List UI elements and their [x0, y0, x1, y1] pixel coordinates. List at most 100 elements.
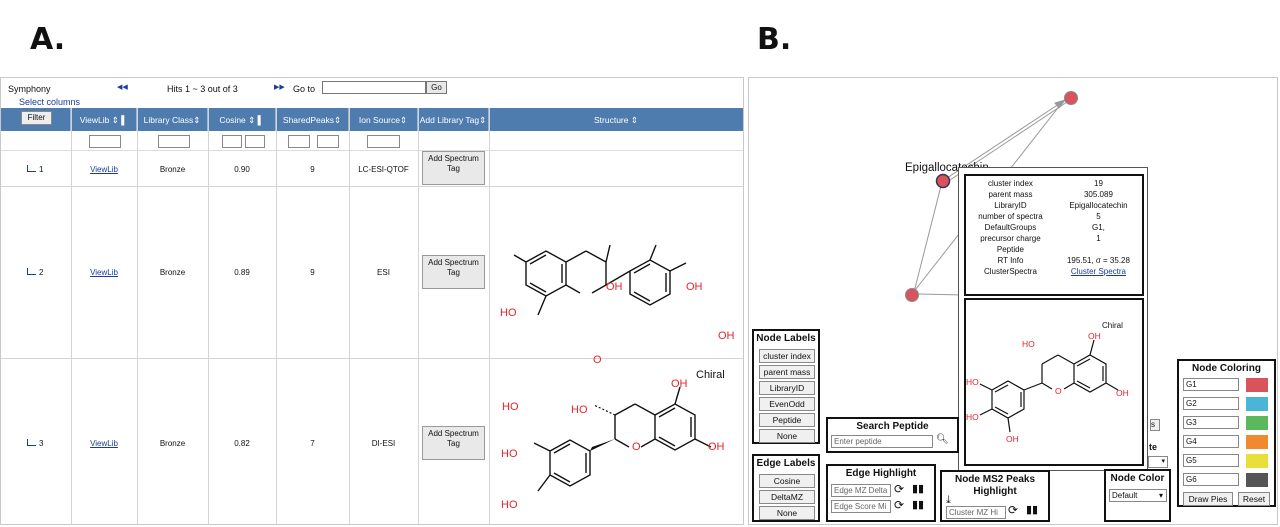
group-color-swatch[interactable] — [1246, 473, 1268, 487]
node-labels-box: Node Labels cluster index parent mass Li… — [752, 329, 820, 444]
tooltip-key: DefaultGroups — [984, 223, 1037, 232]
add-spectrum-tag-button[interactable]: Add Spectrum Tag — [422, 426, 485, 460]
oh-label: OH — [1116, 388, 1129, 398]
histogram-icon[interactable]: ▮▮ — [1026, 503, 1038, 516]
peaks-min-input[interactable] — [288, 135, 310, 148]
group-color-swatch[interactable] — [1246, 454, 1268, 468]
filter-header: Filter — [1, 108, 71, 131]
add-spectrum-tag-button[interactable]: Add Spectrum Tag — [422, 151, 485, 185]
group-input[interactable]: G3 — [1183, 416, 1239, 429]
library-class: Bronze — [159, 439, 186, 448]
add-spectrum-tag-button[interactable]: Add Spectrum Tag — [422, 255, 485, 289]
cosine-value: 0.89 — [234, 268, 250, 277]
group-color-swatch[interactable] — [1246, 397, 1268, 411]
group-color-swatch[interactable] — [1246, 435, 1268, 449]
cluster-index-button[interactable]: cluster index — [759, 349, 815, 363]
group-color-swatch[interactable] — [1246, 416, 1268, 430]
edge-mz-delta-input[interactable]: Edge MZ Delta — [831, 484, 891, 497]
ho-label: HO — [966, 377, 979, 387]
shared-peaks: 9 — [310, 268, 315, 277]
partial-button[interactable]: s — [1150, 419, 1160, 431]
group-input[interactable]: G2 — [1183, 397, 1239, 410]
oh-label: OH — [606, 281, 623, 293]
node-coloring-box: Node Coloring G1 G2 G3 G4 G5 G6 Draw Pies Res… — [1177, 359, 1276, 507]
catechin-labels: OH OH OH HO HO O — [490, 187, 742, 413]
go-button[interactable]: Go — [426, 81, 447, 94]
refresh-icon[interactable]: ⟳ — [894, 482, 904, 496]
edge-labels-box: Edge Labels Cosine DeltaMZ None — [752, 454, 820, 522]
viewlib-link[interactable]: ViewLib — [71, 439, 137, 448]
cosine-button[interactable]: Cosine — [759, 474, 815, 488]
spectrum-icon-row3[interactable]: 3 — [27, 439, 43, 448]
refresh-icon[interactable]: ⟳ — [1008, 503, 1018, 517]
source-filter-input[interactable] — [367, 135, 400, 148]
group-input[interactable]: G6 — [1183, 473, 1239, 486]
reset-button[interactable]: Reset — [1238, 492, 1270, 506]
group-input[interactable]: G1 — [1183, 378, 1239, 391]
tooltip-row: number of spectra 5 — [966, 211, 1142, 222]
col-cosine[interactable]: Cosine ⇕ ▌ — [208, 108, 276, 131]
shared-peaks: 7 — [310, 439, 315, 448]
node-label-none-button[interactable]: None — [759, 429, 815, 443]
refresh-icon[interactable]: ⟳ — [894, 498, 904, 512]
goto-input[interactable] — [322, 81, 426, 94]
viewlib-filter-input[interactable] — [89, 135, 121, 148]
shared-peaks: 9 — [310, 165, 315, 174]
tooltip-row: LibraryID Epigallocatechin — [966, 200, 1142, 211]
group-input[interactable]: G4 — [1183, 435, 1239, 448]
col-add-library-tag[interactable]: Add Library Tag ⇕ — [418, 108, 489, 131]
library-class: Bronze — [159, 165, 186, 174]
search-icon[interactable]: 🔍︎ — [936, 434, 949, 445]
tooltip-row: RT Info 195.51, σ = 35.28 — [966, 255, 1142, 266]
col-viewlib[interactable]: ViewLib ⇕ ▌ — [71, 108, 137, 131]
library-id-button[interactable]: LibraryID — [759, 381, 815, 395]
histogram-icon[interactable]: ▮▮ — [912, 498, 924, 511]
parent-mass-button[interactable]: parent mass — [759, 365, 815, 379]
class-filter-input[interactable] — [158, 135, 190, 148]
tooltip-row: ClusterSpectra Cluster Spectra — [966, 266, 1142, 277]
edge-score-min-input[interactable]: Edge Score Mi — [831, 500, 891, 513]
node-color-box: Node Color Default ▾ — [1104, 469, 1171, 522]
select-columns-link[interactable]: Select columns — [19, 97, 80, 107]
spectrum-icon-row2[interactable]: 2 — [27, 268, 43, 277]
viewlib-link[interactable]: ViewLib — [71, 165, 137, 174]
group-color-swatch[interactable] — [1246, 378, 1268, 392]
peaks-max-input[interactable] — [317, 135, 339, 148]
even-odd-button[interactable]: EvenOdd — [759, 397, 815, 411]
partial-title: te — [1149, 442, 1158, 452]
panel-a-label: A. — [30, 22, 66, 57]
histogram-icon[interactable]: ▮▮ — [912, 482, 924, 495]
tooltip-key: number of spectra — [978, 212, 1043, 221]
col-ion-source[interactable]: Ion Source ⇕ — [349, 108, 418, 131]
peptide-button[interactable]: Peptide — [759, 413, 815, 427]
next-page-icon[interactable]: ▶▶ — [274, 83, 285, 91]
cosine-min-input[interactable] — [222, 135, 242, 148]
edge-labels-title: Edge Labels — [756, 458, 816, 469]
spectrum-icon-row1[interactable]: 1 — [27, 165, 43, 174]
peptide-search-input[interactable]: Enter peptide — [831, 435, 933, 448]
tooltip-value[interactable]: Cluster Spectra — [1055, 266, 1142, 277]
edge-label-none-button[interactable]: None — [759, 506, 815, 520]
oh-label: OH — [686, 281, 703, 293]
col-library-class[interactable]: Library Class ⇕ — [137, 108, 208, 131]
cosine-max-input[interactable] — [245, 135, 265, 148]
partial-select[interactable]: ▾ — [1148, 456, 1168, 468]
node-color-select[interactable]: Default ▾ — [1109, 489, 1167, 502]
cluster-mz-input[interactable]: Cluster MZ Hi — [946, 506, 1006, 519]
prev-page-icon[interactable]: ◀◀ — [117, 83, 128, 91]
oh-label: OH — [1006, 434, 1019, 444]
oh-label: OH — [718, 330, 735, 342]
col-structure[interactable]: Structure ⇕ — [489, 108, 743, 131]
filter-button[interactable]: Filter — [21, 111, 52, 125]
ms2-highlight-box: Node MS2 Peaks Highlight ⤓ Cluster MZ Hi … — [940, 470, 1050, 522]
tooltip-atom-labels: HO OH OH O HO HO OH — [966, 300, 1142, 464]
viewlib-link[interactable]: ViewLib — [71, 268, 137, 277]
delta-mz-button[interactable]: DeltaMZ — [759, 490, 815, 504]
tooltip-value: Epigallocatechin — [1069, 201, 1128, 210]
draw-pies-button[interactable]: Draw Pies — [1183, 492, 1233, 506]
tooltip-key: cluster index — [987, 179, 1033, 188]
group-input[interactable]: G5 — [1183, 454, 1239, 467]
o-label: O — [1055, 386, 1062, 396]
oh-label: OH — [708, 441, 725, 453]
col-shared-peaks[interactable]: SharedPeaks ⇕ — [276, 108, 349, 131]
